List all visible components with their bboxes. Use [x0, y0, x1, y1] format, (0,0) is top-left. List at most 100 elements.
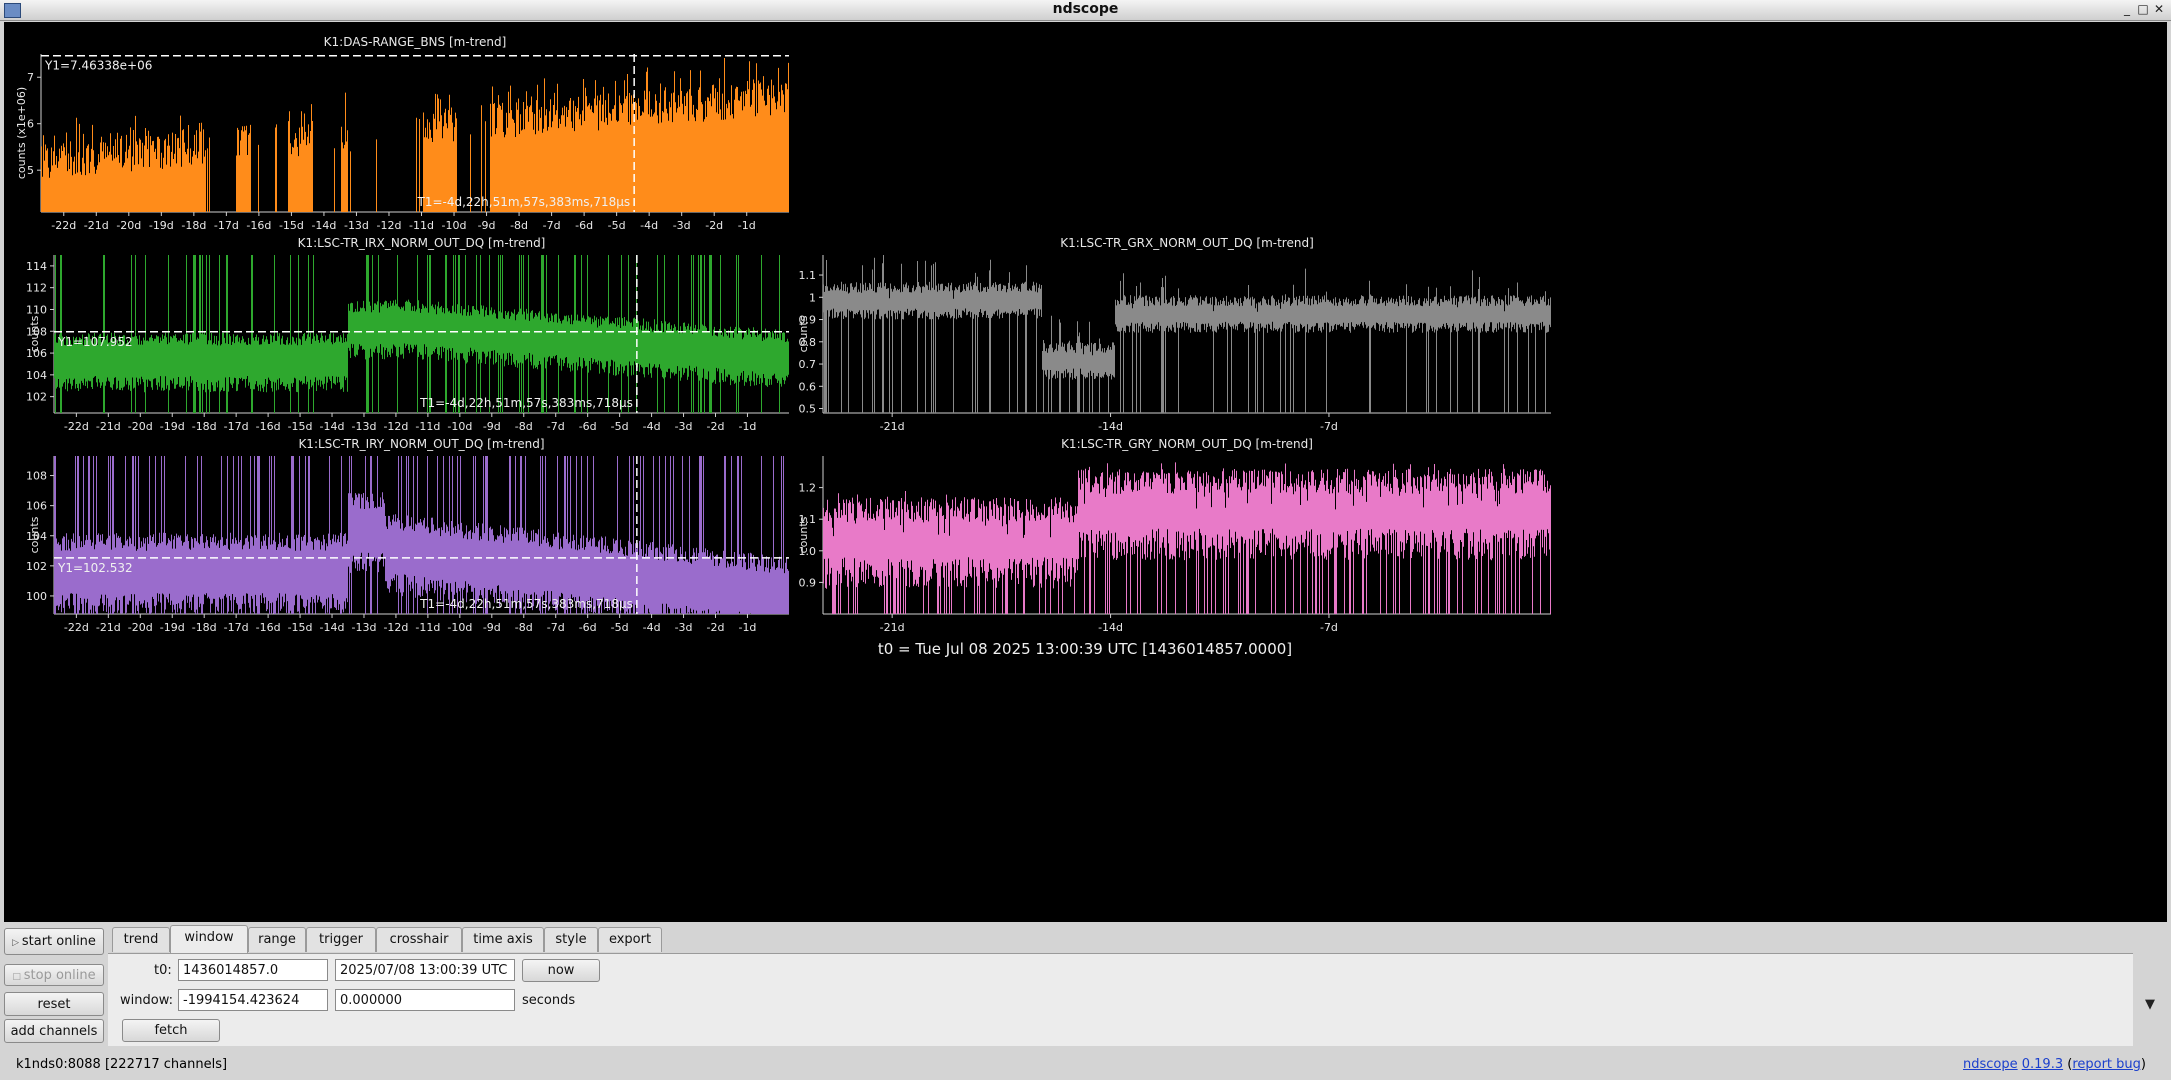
version-link[interactable]: 0.19.3	[2022, 1057, 2063, 1072]
plot-title: K1:LSC-TR_IRX_NORM_OUT_DQ [m-trend]	[298, 236, 546, 250]
y-tick-label: 102	[26, 560, 47, 573]
x-tick-label: -3d	[675, 420, 693, 433]
x-tick-label: -3d	[673, 219, 691, 232]
tab-trigger[interactable]: trigger	[306, 927, 376, 952]
ndscope-link[interactable]: ndscope	[1963, 1057, 2018, 1072]
x-tick-label: -14d	[320, 621, 345, 634]
x-tick-label: -10d	[447, 621, 472, 634]
reset-button[interactable]: reset	[4, 992, 104, 1016]
maximize-icon[interactable]: □	[2136, 2, 2150, 16]
server-status: k1nds0:8088 [222717 channels]	[16, 1057, 227, 1072]
tab-time-axis[interactable]: time axis	[462, 927, 544, 952]
tab-range[interactable]: range	[248, 927, 306, 952]
x-tick-label: -21d	[96, 420, 121, 433]
x-tick-label: -7d	[547, 621, 565, 634]
x-tick-label: -7d	[1320, 420, 1338, 433]
x-tick-label: -17d	[224, 621, 249, 634]
server-address: k1nds0:8088	[16, 1057, 101, 1072]
x-tick-label: -4d	[640, 219, 658, 232]
x-tick-label: -16d	[256, 621, 281, 634]
window-tab-panel: t0: now window: seconds fetch	[108, 953, 2133, 1046]
now-button[interactable]: now	[522, 959, 600, 982]
x-tick-label: -9d	[483, 621, 501, 634]
window-end-input[interactable]	[335, 989, 515, 1011]
x-tick-label: -21d	[96, 621, 121, 634]
seconds-label: seconds	[522, 993, 576, 1008]
plot-title: K1:LSC-TR_GRX_NORM_OUT_DQ [m-trend]	[1060, 236, 1314, 250]
x-tick-label: -8d	[510, 219, 528, 232]
trace-grx	[823, 255, 1551, 413]
title-bar: ndscope _ □ ✕	[0, 0, 2171, 21]
y-tick-label: 1	[809, 291, 816, 304]
y-tick-label: 1.1	[799, 269, 817, 282]
x-tick-label: -20d	[128, 420, 153, 433]
y-tick-label: 6	[27, 118, 34, 131]
x-tick-label: -10d	[442, 219, 467, 232]
play-icon: ▷	[12, 938, 22, 948]
x-tick-label: -14d	[320, 420, 345, 433]
x-tick-label: -6d	[575, 219, 593, 232]
channel-count: [222717 channels]	[104, 1057, 228, 1072]
x-tick-label: -13d	[352, 420, 377, 433]
x-tick-label: -12d	[383, 621, 408, 634]
plot-iry[interactable]: K1:LSC-TR_IRY_NORM_OUT_DQ [m-trend]count…	[26, 437, 789, 637]
report-bug-link[interactable]: report bug	[2072, 1057, 2141, 1072]
x-tick-label: -14d	[1098, 420, 1123, 433]
add-channels-button[interactable]: add channels	[4, 1019, 104, 1043]
plot-bns[interactable]: K1:DAS-RANGE_BNS [m-trend]counts (x1e+06…	[15, 35, 789, 232]
tab-export[interactable]: export	[598, 927, 662, 952]
start-online-button[interactable]: ▷ start online	[4, 928, 104, 955]
window-start-input[interactable]	[178, 989, 328, 1011]
x-tick-label: -6d	[579, 420, 597, 433]
x-tick-label: -16d	[246, 219, 271, 232]
x-tick-label: -2d	[707, 420, 725, 433]
x-tick-label: -22d	[64, 621, 89, 634]
t0-label: t0 = Tue Jul 08 2025 13:00:39 UTC [14360…	[878, 640, 1292, 658]
t0-utc-input[interactable]	[335, 959, 515, 981]
y-tick-label: 0.7	[799, 358, 817, 371]
x-tick-label: -3d	[675, 621, 693, 634]
x-tick-label: -20d	[116, 219, 141, 232]
plot-grx[interactable]: K1:LSC-TR_GRX_NORM_OUT_DQ [m-trend]count…	[797, 236, 1551, 433]
tab-crosshair[interactable]: crosshair	[376, 927, 462, 952]
close-icon[interactable]: ✕	[2152, 2, 2166, 16]
y-tick-label: 0.9	[799, 576, 817, 589]
y-tick-label: 5	[27, 164, 34, 177]
trace-irx	[54, 255, 789, 413]
t0-gps-input[interactable]	[178, 959, 328, 981]
fetch-button[interactable]: fetch	[122, 1019, 220, 1042]
plots-canvas[interactable]: K1:DAS-RANGE_BNS [m-trend]counts (x1e+06…	[4, 22, 2167, 922]
tab-style[interactable]: style	[544, 927, 598, 952]
y1-label: Y1=7.46338e+06	[44, 59, 152, 73]
x-tick-label: -21d	[84, 219, 109, 232]
x-tick-label: -17d	[224, 420, 249, 433]
x-tick-label: -7d	[547, 420, 565, 433]
tab-trend[interactable]: trend	[112, 927, 170, 952]
x-tick-label: -5d	[611, 420, 629, 433]
x-tick-label: -2d	[705, 219, 723, 232]
x-tick-label: -7d	[1320, 621, 1338, 634]
y-tick-label: 0.6	[799, 380, 817, 393]
y-tick-label: 106	[26, 500, 47, 513]
tab-window[interactable]: window	[170, 925, 248, 953]
x-tick-label: -12d	[383, 420, 408, 433]
stop-online-button[interactable]: □ stop online	[4, 964, 104, 986]
t1-label: T1=-4d,22h,51m,57s,383ms,718µs	[419, 396, 633, 410]
x-tick-label: -5d	[611, 621, 629, 634]
minimize-icon[interactable]: _	[2120, 2, 2134, 16]
x-tick-label: -19d	[149, 219, 174, 232]
x-tick-label: -15d	[288, 621, 313, 634]
stop-icon: □	[12, 971, 24, 982]
x-tick-label: -10d	[447, 420, 472, 433]
x-tick-label: -12d	[377, 219, 402, 232]
y-tick-label: 0.5	[799, 403, 817, 416]
trace-bns	[41, 58, 789, 212]
y-tick-label: 108	[26, 325, 47, 338]
plot-irx[interactable]: K1:LSC-TR_IRX_NORM_OUT_DQ [m-trend]count…	[26, 236, 789, 433]
x-tick-label: -20d	[128, 621, 153, 634]
x-tick-label: -15d	[288, 420, 313, 433]
plot-gry[interactable]: K1:LSC-TR_GRY_NORM_OUT_DQ [m-trend]count…	[797, 437, 1551, 634]
x-tick-label: -18d	[192, 420, 217, 433]
collapse-chevron-icon[interactable]: ▼	[2145, 997, 2155, 1012]
x-tick-label: -6d	[579, 621, 597, 634]
